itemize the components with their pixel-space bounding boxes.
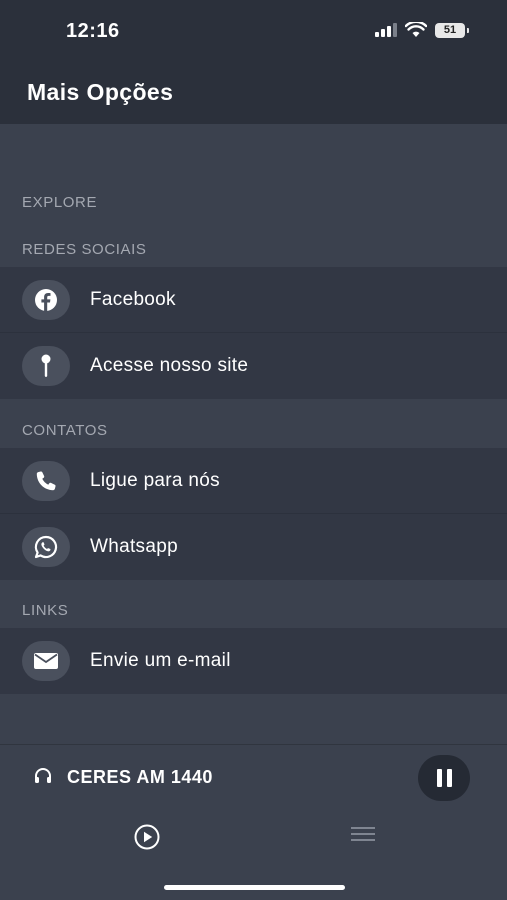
- tab-play-icon[interactable]: [133, 823, 161, 851]
- section-social: REDES SOCIAIS: [22, 241, 147, 258]
- menu-label-site: Acesse nosso site: [90, 355, 249, 376]
- home-indicator: [164, 885, 345, 890]
- station-name: CERES AM 1440: [67, 767, 213, 787]
- contacts-menu: Ligue para nós Whatsapp: [0, 448, 507, 580]
- menu-label-email: Envie um e-mail: [90, 650, 231, 671]
- pin-icon: [22, 346, 70, 386]
- page-title: Mais Opções: [27, 79, 174, 105]
- menu-label-facebook: Facebook: [90, 289, 176, 310]
- menu-item-site[interactable]: Acesse nosso site: [0, 333, 507, 399]
- status-icons: 51: [375, 22, 469, 38]
- pause-button[interactable]: [418, 755, 470, 801]
- tab-menu-icon[interactable]: [351, 827, 375, 845]
- menu-item-call[interactable]: Ligue para nós: [0, 448, 507, 514]
- menu-item-email[interactable]: Envie um e-mail: [0, 628, 507, 694]
- headphones-icon: [35, 768, 51, 783]
- social-menu: Facebook Acesse nosso site: [0, 267, 507, 399]
- phone-icon: [22, 461, 70, 501]
- battery-icon: 51: [435, 22, 469, 38]
- menu-item-whatsapp[interactable]: Whatsapp: [0, 514, 507, 580]
- header: Mais Opções: [0, 62, 507, 124]
- status-time: 12:16: [66, 20, 120, 42]
- links-menu: Envie um e-mail: [0, 628, 507, 694]
- menu-label-call: Ligue para nós: [90, 470, 220, 491]
- section-links: LINKS: [22, 602, 69, 619]
- status-bar: 12:16 51: [0, 0, 507, 62]
- section-contacts: CONTATOS: [22, 422, 108, 439]
- menu-item-facebook[interactable]: Facebook: [0, 267, 507, 333]
- mini-player: CERES AM 1440: [0, 744, 507, 900]
- menu-label-whatsapp: Whatsapp: [90, 536, 178, 557]
- wifi-icon: [405, 22, 427, 37]
- whatsapp-icon: [22, 527, 70, 567]
- facebook-icon: [22, 280, 70, 320]
- mail-icon: [22, 641, 70, 681]
- section-explore: EXPLORE: [22, 194, 98, 211]
- cellular-signal-icon: [375, 23, 397, 37]
